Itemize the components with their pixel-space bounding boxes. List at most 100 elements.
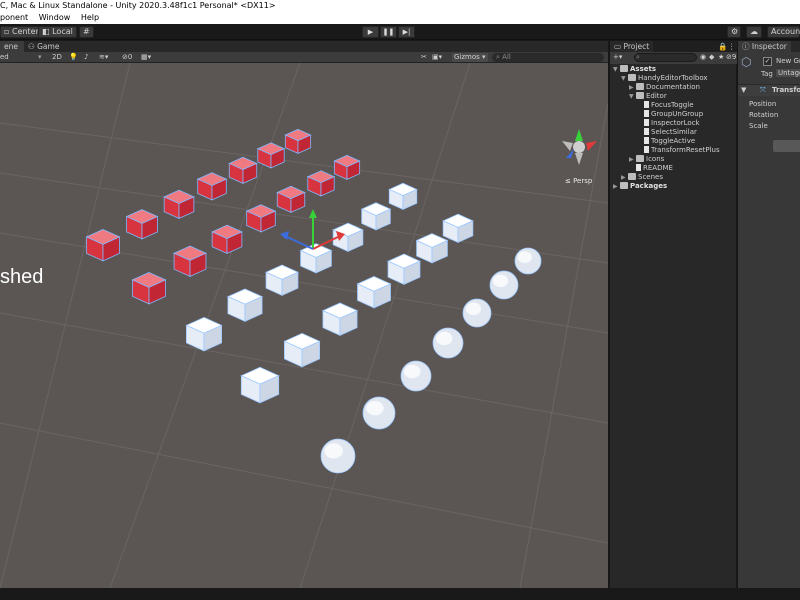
white-cube[interactable] [387,253,421,285]
white-cube[interactable] [356,276,392,309]
collapsed-arrow-icon[interactable]: ▶ [629,83,636,92]
red-cube[interactable] [256,142,286,169]
tab-scene[interactable]: ene [0,41,24,52]
project-tree-item[interactable]: FocusToggle [610,101,737,110]
white-cube[interactable] [321,302,359,336]
pause-button[interactable]: ❚❚ [380,26,397,38]
expanded-arrow-icon[interactable]: ▼ [613,65,620,74]
step-button[interactable]: ▶| [398,26,415,38]
shading-mode-dropdown[interactable]: ed [0,53,9,62]
grid-view-icon[interactable]: ▦▾ [141,53,151,62]
play-button[interactable]: ▶ [362,26,379,38]
white-sphere[interactable] [462,298,492,328]
project-tree-item[interactable]: ▶ Scenes [610,173,737,182]
perspective-label[interactable]: ≤ Persp [565,177,592,185]
expanded-arrow-icon[interactable]: ▼ [621,74,628,83]
transform-expand-arrow[interactable]: ▼ [741,86,746,94]
tab-inspector[interactable]: ⓘ Inspector [738,41,791,52]
white-sphere[interactable] [489,270,519,300]
gizmos-dropdown[interactable]: Gizmos ▾ [452,53,488,62]
collapsed-arrow-icon[interactable]: ▶ [621,173,628,182]
project-tree-item[interactable]: README [610,164,737,173]
white-sphere[interactable] [362,396,396,430]
white-sphere[interactable] [514,247,542,275]
white-cube[interactable] [388,182,418,210]
white-sphere[interactable] [432,327,464,359]
lighting-icon[interactable]: 💡 [69,53,78,62]
project-tree-item[interactable]: SelectSimilar [610,128,737,137]
services-button[interactable]: ⚙ [727,26,741,38]
audio-icon[interactable]: ♪ [84,53,88,62]
white-cube[interactable] [442,213,474,243]
scene-canvas[interactable] [0,63,608,588]
red-cube[interactable] [276,185,306,213]
project-tree-item[interactable]: ▶ Packages [610,182,737,191]
expanded-arrow-icon[interactable]: ▼ [629,92,636,101]
white-cube[interactable] [226,288,264,322]
project-tree-item[interactable]: ▼ Assets [610,65,737,74]
tag-dropdown[interactable]: Untagg [776,69,800,77]
effects-icon[interactable]: ≋▾ [99,53,108,62]
project-tree-item[interactable]: ▼ Editor [610,92,737,101]
red-cube[interactable] [163,189,195,219]
red-cube[interactable] [196,172,228,201]
hidden-packages-icon[interactable]: ⊘9 [726,53,736,62]
star-icon[interactable]: ★ [718,53,724,62]
menu-item-help[interactable]: Help [81,13,99,22]
shading-dropdown-icon: ▾ [38,53,42,61]
white-cube[interactable] [240,366,280,404]
camera-icon[interactable]: ▣▾ [432,53,442,62]
script-icon [644,110,649,117]
add-component-button[interactable] [773,140,800,152]
red-cube[interactable] [245,204,277,233]
white-cube[interactable] [283,332,321,368]
white-cube[interactable] [360,202,392,231]
project-search-input[interactable] [634,53,697,62]
red-cube[interactable] [228,156,258,184]
red-cube[interactable] [125,209,159,240]
pivot-center-button[interactable]: ▫ Center [0,26,43,38]
tab-project[interactable]: ▭ Project [610,41,654,52]
red-cube[interactable] [131,272,167,305]
menu-item-component[interactable]: ponent [0,13,28,22]
tab-game[interactable]: ⚇ Game [24,41,63,52]
hidden-objects-icon[interactable]: ⊘0 [122,53,132,62]
white-sphere[interactable] [320,438,356,474]
step-icon: ▶| [402,28,411,36]
2d-toggle[interactable]: 2D [52,53,62,62]
white-cube[interactable] [265,264,299,296]
project-tree-item[interactable]: ▶ Documentation [610,83,737,92]
red-cube[interactable] [284,128,312,155]
white-cube[interactable] [415,233,449,264]
red-cube[interactable] [333,154,361,181]
collapsed-arrow-icon[interactable]: ▶ [629,155,636,164]
project-tree-item[interactable]: InspectorLock [610,119,737,128]
account-button[interactable]: Account [767,26,800,38]
active-checkbox[interactable]: ✓ [763,57,772,66]
project-tree-item[interactable]: ▼ HandyEditorToolbox [610,74,737,83]
red-cube[interactable] [85,229,121,262]
grid-snap-button[interactable]: # [79,26,94,38]
filter-type-icon[interactable]: ◉ [700,53,706,62]
menu-item-window[interactable]: Window [39,13,71,22]
project-tree-item[interactable]: TransformResetPlus [610,146,737,155]
scene-viewport[interactable]: shed ≤ Persp [0,63,608,588]
collapsed-arrow-icon[interactable]: ▶ [613,182,620,191]
scene-search-input[interactable]: ⌕ All [492,53,604,62]
white-sphere[interactable] [400,360,432,392]
filter-label-icon[interactable]: ◆ [709,53,714,62]
object-name-field[interactable]: New Gr [776,57,800,65]
tools-icon[interactable]: ✂ [421,53,427,62]
create-add-button[interactable]: +▾ [613,53,622,62]
red-cube[interactable] [211,224,243,254]
project-tree-label: Packages [630,182,668,190]
project-tree-item[interactable]: ToggleActive [610,137,737,146]
pivot-local-button[interactable]: ◧ Local [38,26,77,38]
scale-label: Scale [749,122,768,130]
white-cube[interactable] [185,316,223,352]
red-cube[interactable] [306,170,336,197]
red-cube[interactable] [173,245,207,277]
collab-button[interactable]: ☁ [746,26,762,38]
project-tree-item[interactable]: ▶ Icons [610,155,737,164]
project-tree-item[interactable]: GroupUnGroup [610,110,737,119]
